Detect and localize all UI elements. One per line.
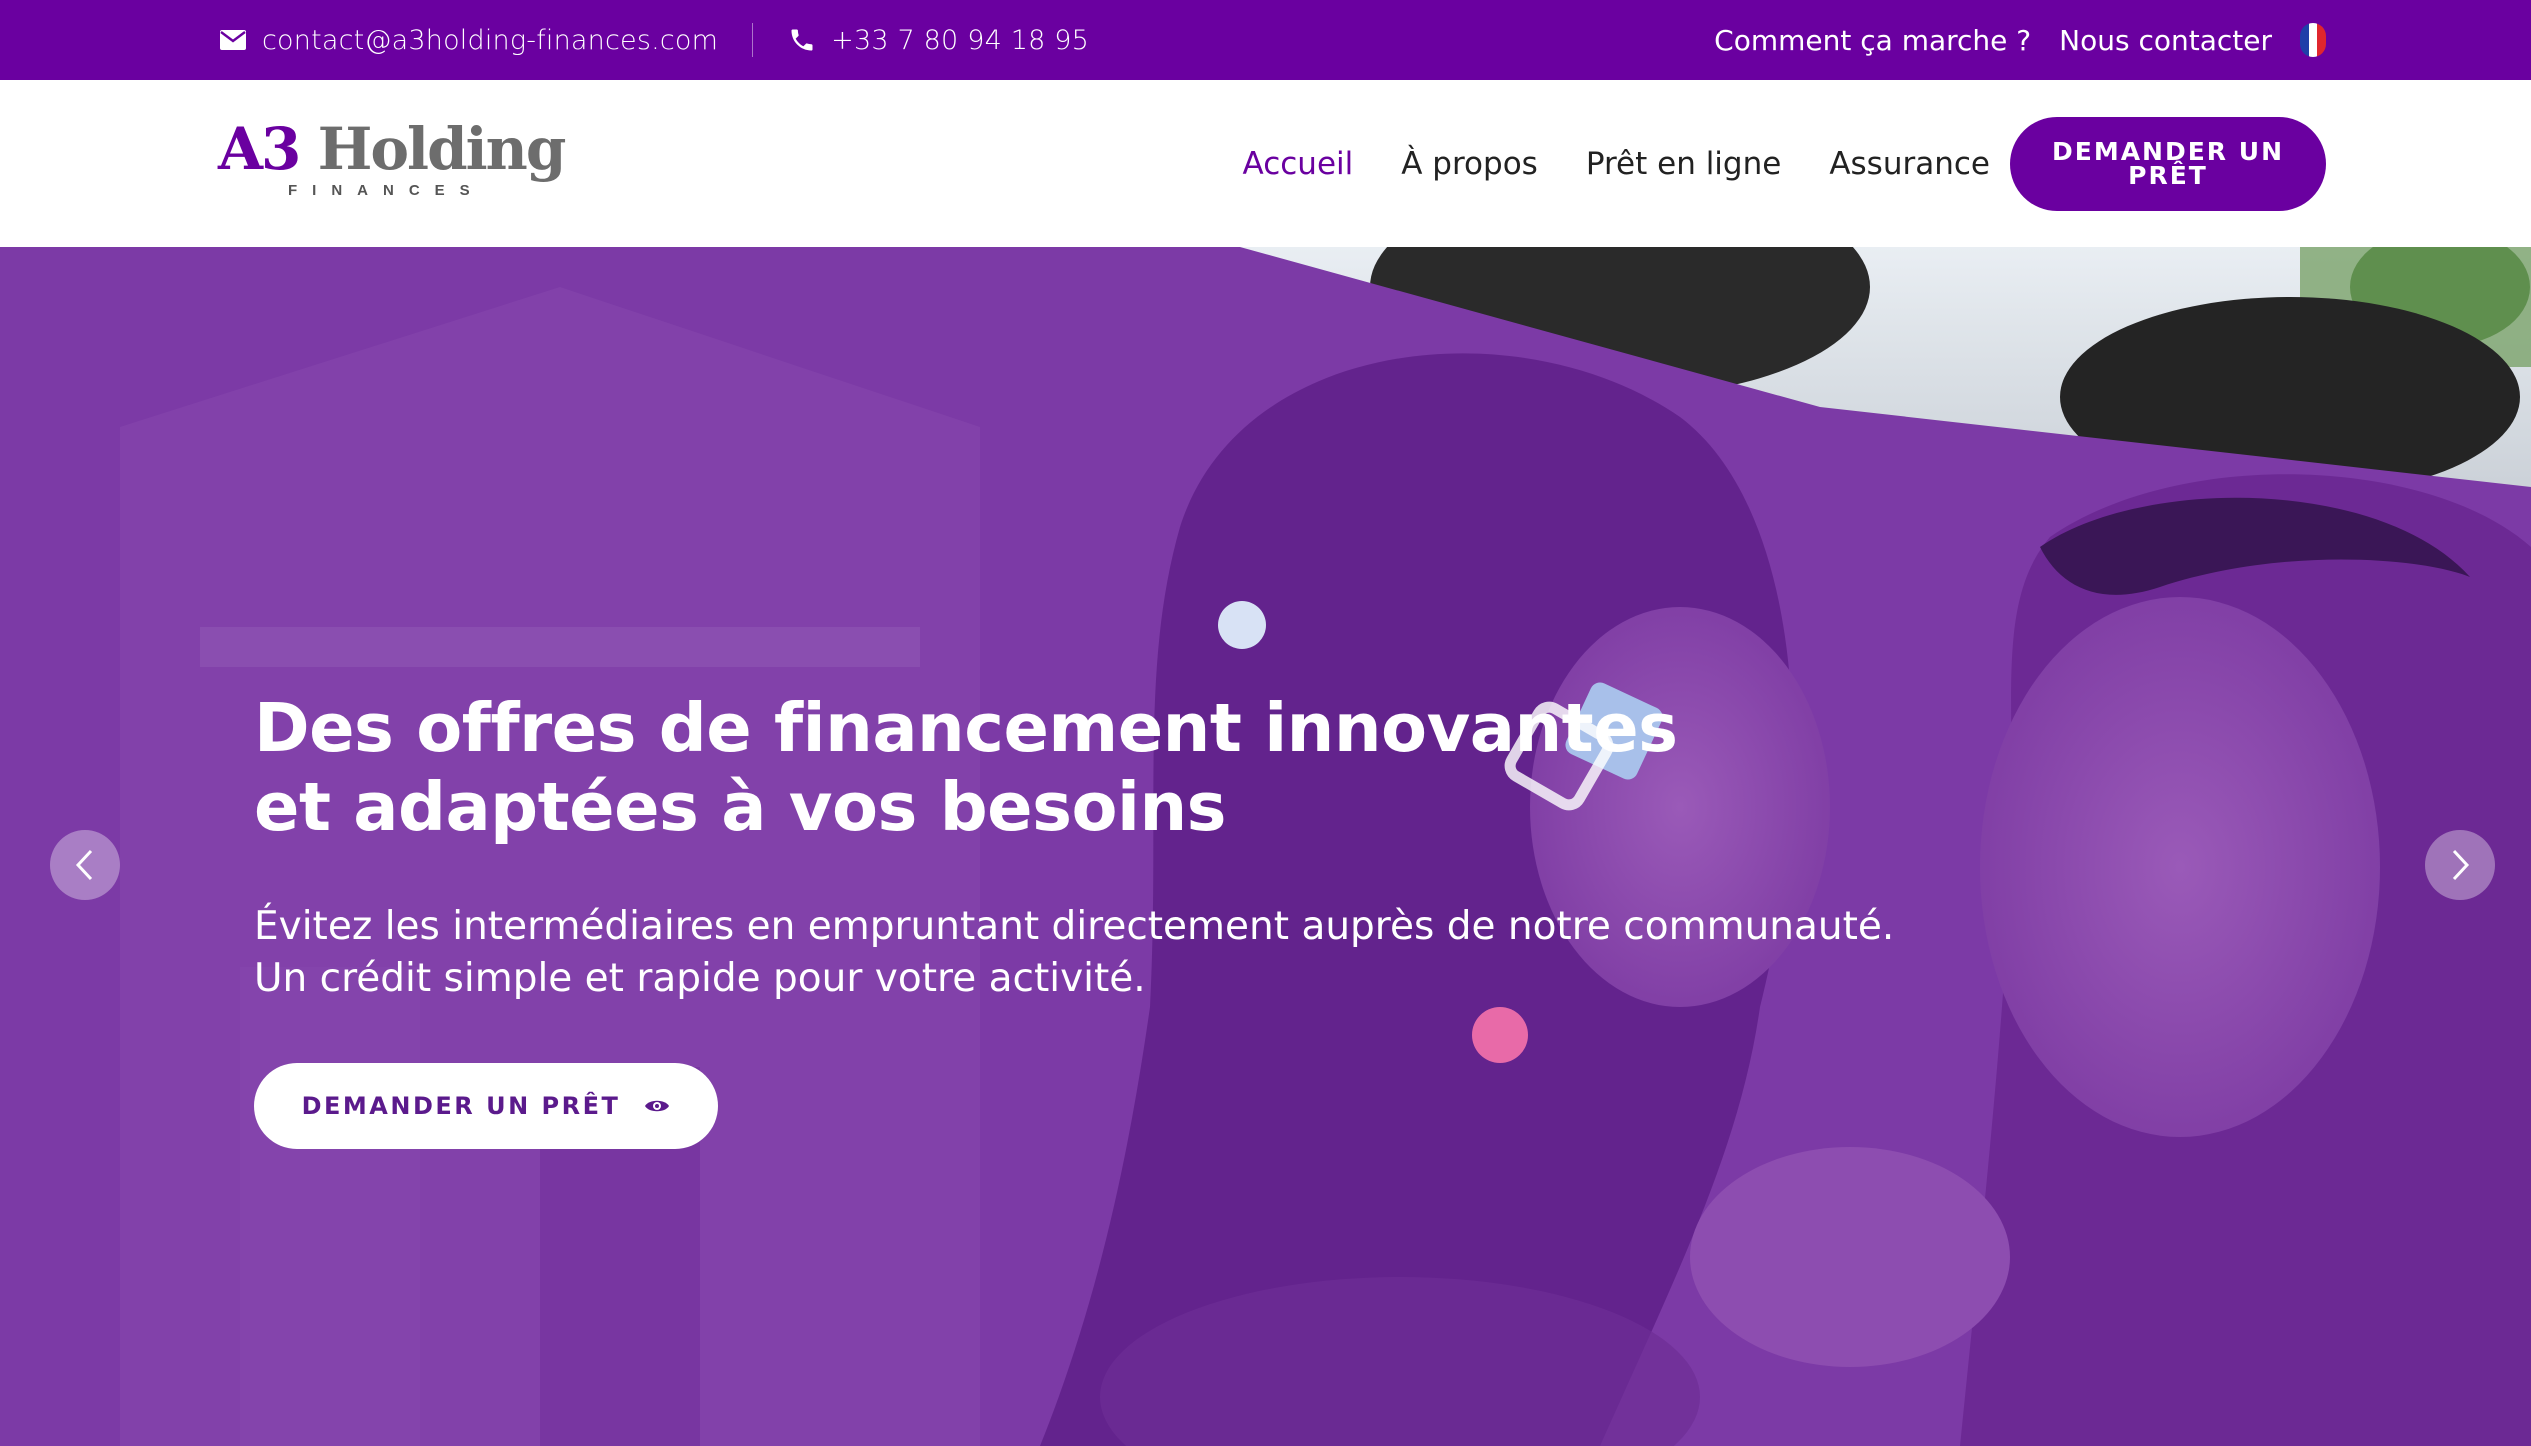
contact-us-link[interactable]: Nous contacter: [2059, 24, 2272, 57]
contact-divider: [752, 23, 754, 57]
slider-next-button[interactable]: [2425, 830, 2495, 900]
slider-prev-button[interactable]: [50, 830, 120, 900]
chevron-right-icon: [2452, 849, 2470, 881]
nav-item-home[interactable]: Accueil: [1243, 146, 1354, 182]
top-bar-links: Comment ça marche ? Nous contacter: [1714, 0, 2326, 80]
logo-a3: A3: [218, 115, 301, 183]
hero-title: Des offres de financement innovantes et …: [254, 689, 1754, 847]
chevron-left-icon: [75, 849, 93, 881]
site-logo[interactable]: A3 Holding FINANCES: [218, 120, 566, 215]
phone-link[interactable]: +33 7 80 94 18 95: [787, 25, 1089, 56]
envelope-icon: [218, 25, 248, 55]
hero-request-loan-button[interactable]: DEMANDER UN PRÊT: [254, 1063, 718, 1149]
request-loan-button[interactable]: DEMANDER UN PRÊT: [2010, 117, 2326, 211]
phone-text: +33 7 80 94 18 95: [831, 24, 1090, 56]
logo-holding: Holding: [317, 115, 567, 183]
hero-subtitle-line-1: Évitez les intermédiaires en empruntant …: [254, 904, 1895, 949]
nav-item-about[interactable]: À propos: [1401, 146, 1538, 182]
hero-title-line-1: Des offres de financement innovantes: [254, 689, 1678, 767]
hero-subtitle-line-2: Un crédit simple et rapide pour votre ac…: [254, 956, 1146, 1001]
top-bar: contact@a3holding-finances.com +33 7 80 …: [0, 0, 2531, 80]
logo-tagline: FINANCES: [288, 182, 485, 199]
nav-item-insurance[interactable]: Assurance: [1829, 146, 1990, 182]
email-text: contact@a3holding-finances.com: [262, 24, 719, 56]
main-nav: Accueil À propos Prêt en ligne Assurance…: [1243, 117, 2326, 211]
hero-button-label: DEMANDER UN PRÊT: [301, 1092, 621, 1120]
how-it-works-link[interactable]: Comment ça marche ?: [1714, 24, 2031, 57]
eye-icon: [645, 1100, 670, 1112]
phone-icon: [787, 25, 817, 55]
email-link[interactable]: contact@a3holding-finances.com: [218, 25, 718, 56]
french-flag-icon[interactable]: [2300, 23, 2326, 57]
hero-subtitle: Évitez les intermédiaires en empruntant …: [254, 901, 2154, 1005]
hero-title-line-2: et adaptées à vos besoins: [254, 768, 1227, 846]
nav-item-online-loan[interactable]: Prêt en ligne: [1586, 146, 1782, 182]
main-header: A3 Holding FINANCES Accueil À propos Prê…: [0, 80, 2531, 247]
hero-slider: Des offres de financement innovantes et …: [0, 247, 2531, 1446]
logo-wordmark: A3 Holding: [218, 120, 566, 178]
contact-info: contact@a3holding-finances.com +33 7 80 …: [218, 0, 1089, 80]
